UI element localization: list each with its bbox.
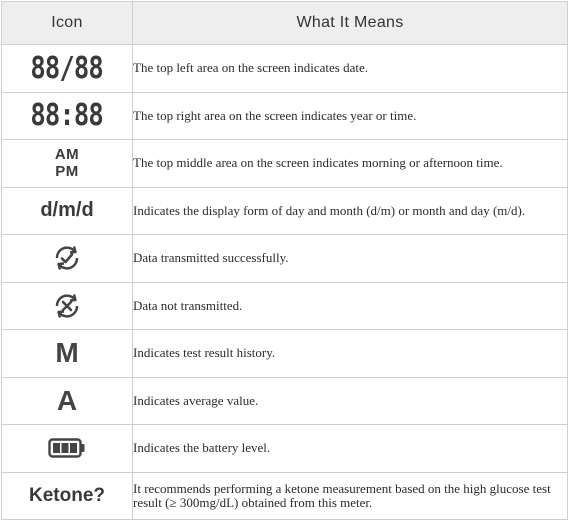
table-row: Indicates the battery level. <box>1 424 568 473</box>
meaning-cell: Data not transmitted. <box>132 281 568 330</box>
pm-label: PM <box>55 163 79 181</box>
date-format-label: d/m/d <box>40 199 94 222</box>
header-icon: Icon <box>1 1 133 45</box>
table-row: 88:88 The top right area on the screen i… <box>1 91 568 140</box>
time-segment-icon: 88:88 <box>30 98 104 134</box>
icon-cell: A <box>1 376 133 425</box>
icon-cell: 88/88 <box>1 44 133 93</box>
transmit-fail-icon <box>55 293 79 318</box>
table-row: AM PM The top middle area on the screen … <box>1 139 568 188</box>
am-label: AM <box>54 146 80 164</box>
table-row: 88/88 The top left area on the screen in… <box>1 44 568 93</box>
icon-cell <box>1 424 133 473</box>
meaning-cell: The top left area on the screen indicate… <box>132 44 568 93</box>
icon-cell: d/m/d <box>1 186 133 235</box>
battery-icon <box>48 438 85 458</box>
icon-cell <box>1 281 133 330</box>
meaning-cell: The top right area on the screen indicat… <box>132 91 568 140</box>
icon-cell: M <box>1 329 133 378</box>
table-row: Data not transmitted. <box>1 281 568 330</box>
icon-cell: AM PM <box>1 139 133 188</box>
meaning-cell: Indicates test result history. <box>132 329 568 378</box>
icon-cell: Ketone? <box>1 471 133 520</box>
table-row: M Indicates test result history. <box>1 329 568 378</box>
header-meaning: What It Means <box>132 1 568 45</box>
table-row: d/m/d Indicates the display form of day … <box>1 186 568 235</box>
ketone-label: Ketone? <box>29 484 105 506</box>
memory-label: M <box>55 337 79 369</box>
meaning-cell: Data transmitted successfully. <box>132 234 568 283</box>
meaning-cell: Indicates average value. <box>132 376 568 425</box>
icon-cell <box>1 234 133 283</box>
table-row: Ketone? It recommends performing a keton… <box>1 471 568 520</box>
meaning-cell: Indicates the display form of day and mo… <box>132 186 568 235</box>
table-header: Icon What It Means <box>1 1 568 45</box>
average-label: A <box>56 384 78 416</box>
date-segment-icon: 88/88 <box>30 50 104 86</box>
table-row: A Indicates average value. <box>1 376 568 425</box>
meaning-cell: The top middle area on the screen indica… <box>132 139 568 188</box>
icon-cell: 88:88 <box>1 91 133 140</box>
meaning-cell: It recommends performing a ketone measur… <box>132 471 568 520</box>
transmit-success-icon <box>55 246 79 271</box>
meaning-cell: Indicates the battery level. <box>132 424 568 473</box>
icon-legend-table: Icon What It Means 88/88 The top left ar… <box>1 1 568 520</box>
table-row: Data transmitted successfully. <box>1 234 568 283</box>
